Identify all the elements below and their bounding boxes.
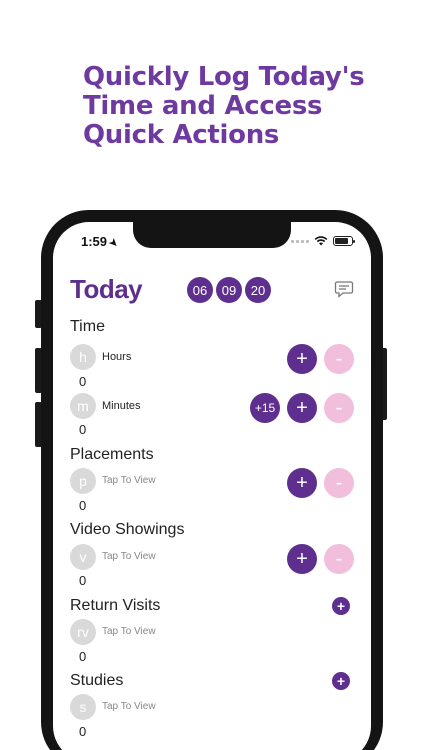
section-title-studies: Studies xyxy=(70,672,124,689)
cellular-signal-icon xyxy=(291,239,309,243)
section-title-time: Time xyxy=(70,318,105,335)
date-year[interactable]: 20 xyxy=(245,277,271,303)
phone-notch xyxy=(133,222,291,248)
video-showings-subtract-button[interactable]: - xyxy=(324,544,354,574)
placements-add-button[interactable]: + xyxy=(287,468,317,498)
return-visits-avatar: rv xyxy=(70,619,96,645)
date-day[interactable]: 09 xyxy=(216,277,242,303)
hours-label: Hours xyxy=(102,351,132,363)
studies-avatar: s xyxy=(70,694,96,720)
minutes-value: 0 xyxy=(79,422,87,437)
video-showings-add-button[interactable]: + xyxy=(287,544,317,574)
minutes-label: Minutes xyxy=(102,400,141,412)
return-visits-add-button[interactable]: + xyxy=(332,597,350,615)
video-showings-tap-to-view[interactable]: Tap To View xyxy=(102,551,156,562)
section-title-return-visits: Return Visits xyxy=(70,597,161,614)
section-title-video-showings: Video Showings xyxy=(70,521,185,538)
today-header: Today 06 09 20 xyxy=(70,274,354,306)
placements-tap-to-view[interactable]: Tap To View xyxy=(102,475,156,486)
chat-bubble-icon[interactable] xyxy=(334,279,354,299)
wifi-icon xyxy=(314,236,328,246)
placements-subtract-button[interactable]: - xyxy=(324,468,354,498)
status-bar-time: 1:59➤ xyxy=(81,234,121,251)
headline-line-3: Quick Actions xyxy=(83,120,280,150)
minutes-add-15-button[interactable]: +15 xyxy=(250,393,280,423)
headline-line-2: Time and Access xyxy=(83,91,323,121)
hours-add-button[interactable]: + xyxy=(287,344,317,374)
studies-value: 0 xyxy=(79,724,87,739)
studies-add-button[interactable]: + xyxy=(332,672,350,690)
hours-avatar: h xyxy=(70,344,96,370)
battery-icon xyxy=(333,236,355,246)
minutes-avatar: m xyxy=(70,393,96,419)
video-showings-value: 0 xyxy=(79,573,87,588)
status-time-text: 1:59 xyxy=(81,234,108,249)
date-month[interactable]: 06 xyxy=(187,277,213,303)
page-title: Today xyxy=(70,274,143,304)
studies-tap-to-view[interactable]: Tap To View xyxy=(102,701,156,712)
location-arrow-icon: ➤ xyxy=(106,236,121,251)
date-display[interactable]: 06 09 20 xyxy=(187,277,271,303)
video-showings-avatar: v xyxy=(70,544,96,570)
minutes-subtract-button[interactable]: - xyxy=(324,393,354,423)
hours-subtract-button[interactable]: - xyxy=(324,344,354,374)
return-visits-tap-to-view[interactable]: Tap To View xyxy=(102,626,156,637)
minutes-add-button[interactable]: + xyxy=(287,393,317,423)
headline-line-1: Quickly Log Today's xyxy=(83,62,365,92)
phone-screen: 1:59➤ Today 06 09 20 Time h Hours 0 + - … xyxy=(53,222,371,750)
placements-value: 0 xyxy=(79,498,87,513)
return-visits-value: 0 xyxy=(79,649,87,664)
promo-headline: Quickly Log Today's Time and Access Quic… xyxy=(83,63,403,150)
hours-value: 0 xyxy=(79,374,87,389)
placements-avatar: p xyxy=(70,468,96,494)
section-title-placements: Placements xyxy=(70,446,154,463)
status-bar-icons xyxy=(291,236,355,246)
